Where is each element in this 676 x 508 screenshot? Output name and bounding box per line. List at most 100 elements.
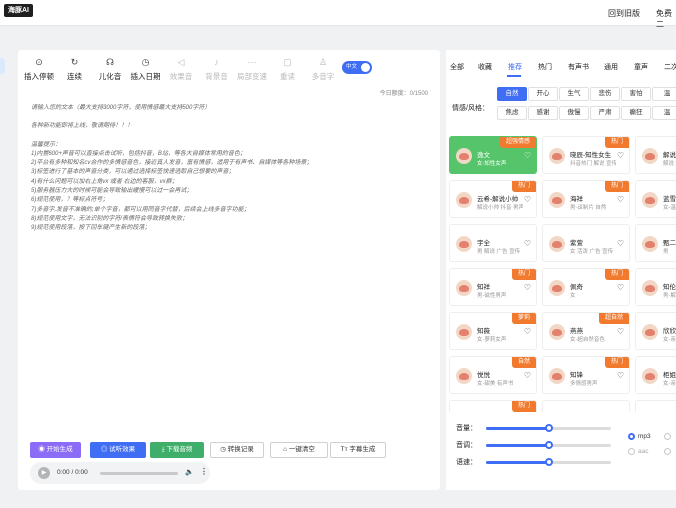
voice-card[interactable]: 紫萱女 活泼 广告 宣传 ♡ [542, 224, 630, 262]
voice-card[interactable]: 知伦男-解说♡ [635, 268, 676, 306]
action-button-0[interactable]: ◉ 开始生成 [30, 442, 81, 458]
style-chip[interactable]: 傲慢 [559, 106, 589, 120]
style-chip[interactable]: 严肃 [590, 106, 620, 120]
heart-icon[interactable]: ♡ [617, 327, 624, 336]
voice-desc: 抖音热门 解说 宣传 [570, 161, 616, 167]
heart-icon[interactable]: ♡ [524, 195, 531, 204]
voice-card[interactable]: 逸文 女-知性女声 ♡ 超强情感 [449, 136, 537, 174]
voice-card[interactable] [542, 400, 630, 412]
tab-3[interactable]: 热门 [538, 62, 552, 72]
content-line: 1)内置600+声音可以直接点击试听，包括抖音，B站，等各大自媒体常用的音色； [31, 150, 246, 157]
style-chip[interactable]: 癫狂 [621, 106, 651, 120]
tool-6[interactable]: ⋯ 局部变速 [235, 56, 269, 82]
back-to-old-version-link[interactable]: 回到旧版 [608, 8, 640, 19]
tool-5[interactable]: ♪ 背景音 [200, 56, 234, 82]
voice-card[interactable]: 知锋 多情感男声 ♡ 热门 [542, 356, 630, 394]
style-chip[interactable]: 焦虑 [497, 106, 527, 120]
voice-card[interactable]: 燕燕 女-超自然音色 ♡ 超自然 [542, 312, 630, 350]
heart-icon[interactable]: ♡ [617, 239, 624, 248]
action-button-3[interactable]: ◷ 转换记录 [210, 442, 264, 458]
voice-card[interactable]: 柜姐女-亲切♡ [635, 356, 676, 394]
tool-1[interactable]: ↻ 连续 [58, 56, 92, 82]
slider-track[interactable] [486, 424, 611, 432]
style-chip[interactable]: 温 [652, 87, 676, 101]
heart-icon[interactable]: ♡ [524, 239, 531, 248]
action-button-1[interactable]: ◎ 试听效果 [90, 442, 146, 458]
style-chip[interactable]: 开心 [528, 87, 558, 101]
player-progress[interactable] [100, 472, 178, 475]
format-radio-3[interactable] [664, 448, 674, 455]
tab-1[interactable]: 收藏 [478, 62, 492, 72]
voice-card[interactable]: 海祥 男-译制片 自然 ♡ 热门 [542, 180, 630, 218]
voice-card[interactable]: 热门 [449, 400, 537, 412]
action-button-2[interactable]: ⤓ 下载音频 [150, 442, 204, 458]
action-button-5[interactable]: Tт 字幕生成 [330, 442, 386, 458]
voice-card[interactable]: 佩奇女 ♡ 热门 [542, 268, 630, 306]
content-line: 请输入您的文本（最大支持3000字符，使用情感最大支持500字符） [31, 105, 211, 111]
slider-track[interactable] [486, 458, 611, 466]
slider-knob[interactable] [544, 458, 553, 466]
toggle-knob [361, 63, 370, 72]
voice-card[interactable]: 悦悦 女-甜美 有声书 ♡ 自然 [449, 356, 537, 394]
voice-name: 燕燕 [570, 328, 583, 335]
volume-icon[interactable]: 🔈 [185, 468, 194, 476]
heart-icon[interactable]: ♡ [524, 371, 531, 380]
tab-4[interactable]: 有声书 [568, 62, 589, 72]
audio-player[interactable]: ▶ 0:00 / 0:00 🔈 ⋮ [30, 462, 210, 484]
heart-icon[interactable]: ♡ [617, 283, 624, 292]
action-button-4[interactable]: ⌂ 一键清空 [270, 442, 328, 458]
slider-knob[interactable] [544, 441, 553, 449]
content-line: 8)规范使用文字，无法识别的字符/表情符会导致转换失败； [31, 215, 189, 222]
tool-4[interactable]: ◁ 效果音 [164, 56, 198, 82]
tab-0[interactable]: 全部 [450, 62, 464, 72]
play-icon[interactable]: ▶ [38, 467, 50, 479]
tab-2[interactable]: 推荐 [508, 62, 522, 72]
style-chip[interactable]: 生气 [559, 87, 589, 101]
voice-name: 知伦 [663, 284, 676, 291]
heart-icon[interactable]: ♡ [524, 151, 531, 160]
slider-knob[interactable] [544, 424, 553, 432]
style-chip[interactable]: 自然 [497, 87, 527, 101]
voice-card[interactable]: 欣欣女-亲和♡ [635, 312, 676, 350]
style-chip[interactable]: 悲伤 [590, 87, 620, 101]
format-radio-1[interactable] [664, 433, 674, 440]
more-options-icon[interactable]: ⋮ [200, 467, 208, 476]
voice-card[interactable]: 晓辰-知性女生 抖音热门 解说 宣传 ♡ 热门 [542, 136, 630, 174]
heart-icon[interactable]: ♡ [617, 151, 624, 160]
voice-card[interactable]: 宇全男 解说 广告 宣传 ♡ [449, 224, 537, 262]
avatar [642, 324, 658, 340]
heart-icon[interactable]: ♡ [617, 371, 624, 380]
format-radio-0[interactable]: mp3 [628, 433, 651, 440]
content-line: 5)服务器压力大的时候可能会导致输出缓慢可以过一会再试； [31, 188, 193, 195]
free-link[interactable]: 免费二 [656, 8, 676, 30]
tab-7[interactable]: 二次 [664, 62, 676, 72]
content-line: 温馨提示： [31, 141, 62, 148]
tool-2[interactable]: ☊ 儿化音 [93, 56, 127, 82]
tool-8[interactable]: ♙ 多音字 [306, 56, 340, 82]
format-radio-2[interactable]: aac [628, 448, 648, 455]
heart-icon[interactable]: ♡ [524, 283, 531, 292]
tool-0[interactable]: ⊙ 插入停顿 [22, 56, 56, 82]
style-chip[interactable]: 温 [652, 106, 676, 120]
tool-7[interactable]: ▢ 重读 [271, 56, 305, 82]
voice-card[interactable]: 知薇 女-萝莉女声 ♡ 萝莉 [449, 312, 537, 350]
slider-track[interactable] [486, 441, 611, 449]
style-chip[interactable]: 害怕 [621, 87, 651, 101]
language-toggle[interactable]: 中文 [342, 61, 372, 74]
text-input-area[interactable]: 请输入您的文本（最大支持3000字符，使用情感最大支持500字符） 各种新功能即将… [31, 104, 421, 234]
style-chip[interactable]: 感谢 [528, 106, 558, 120]
tab-6[interactable]: 童声 [634, 62, 648, 72]
voice-card[interactable] [635, 400, 676, 412]
voice-card[interactable]: 甄二男♡ [635, 224, 676, 262]
tab-5[interactable]: 通用 [604, 62, 618, 72]
voice-card[interactable]: 云希-解说小帅 解说小帅 抖音 男声 ♡ 热门 [449, 180, 537, 218]
heart-icon[interactable]: ♡ [617, 195, 624, 204]
tool-3[interactable]: ◷ 插入日期 [129, 56, 163, 82]
speaker-icon: ◁ [177, 57, 185, 67]
app-logo[interactable]: 海豚AI [4, 4, 33, 17]
voice-card[interactable]: 解说解说 抖音♡ [635, 136, 676, 174]
heart-icon[interactable]: ♡ [524, 327, 531, 336]
voice-card[interactable]: 知祥 男-磁性男声 ♡ 热门 [449, 268, 537, 306]
voice-desc: 解说小帅 抖音 男声 [477, 205, 523, 211]
voice-card[interactable]: 蓝雪女-温柔♡ [635, 180, 676, 218]
